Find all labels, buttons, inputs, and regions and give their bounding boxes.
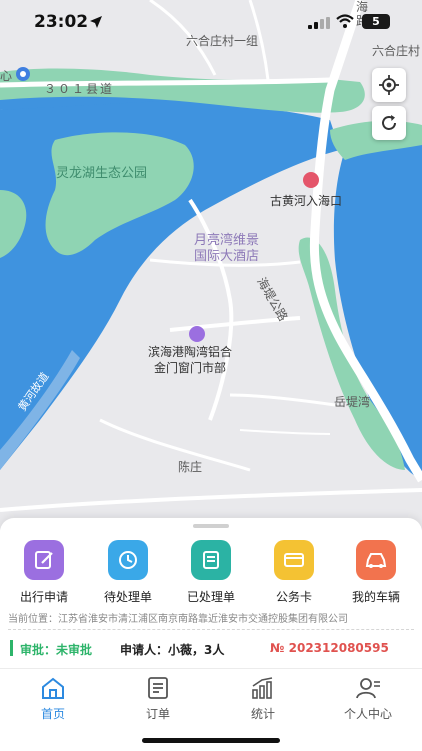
crosshair-icon: [379, 75, 399, 95]
cellular-signal-icon: [308, 17, 330, 29]
tab-orders[interactable]: 订单: [116, 675, 200, 722]
tab-home-label: 首页: [40, 707, 65, 721]
tab-stats-label: 统计: [250, 707, 275, 721]
edit-form-icon: [24, 540, 64, 580]
approval-indicator: [10, 640, 13, 656]
home-indicator: [142, 738, 280, 743]
tab-orders-label: 订单: [145, 707, 170, 721]
card-icon: [274, 540, 314, 580]
current-location: 当前位置：江苏省淮安市清江浦区南京南路靠近淮安市交通控股集团有限公司: [8, 610, 420, 625]
profile-icon: [356, 678, 380, 699]
map-label-hotel[interactable]: 月亮湾维景 国际大酒店: [194, 233, 259, 265]
map-label-village-right: 六合庄村: [372, 44, 421, 58]
approval-row[interactable]: 审批：未审批 申请人：小薇，3人 № 202312080595: [0, 632, 422, 666]
location-arrow-icon: [90, 16, 102, 28]
approval-status: 审批：未审批: [20, 643, 93, 657]
my-vehicle-button[interactable]: 我的车辆: [338, 540, 414, 605]
map-label-poi-store[interactable]: 滨海港陶湾铝合 金门窗门市部: [148, 344, 232, 376]
battery-level: 5: [372, 15, 380, 28]
status-time: 23:02: [34, 12, 89, 32]
map-label-road-301: ３０１县道: [44, 82, 115, 96]
divider: [8, 629, 414, 630]
refresh-icon: [382, 115, 396, 130]
wifi-icon: [336, 14, 354, 28]
my-vehicle-label: 我的车辆: [351, 590, 400, 604]
processed-doc-icon: [191, 540, 231, 580]
tab-stats[interactable]: 统计: [221, 675, 305, 722]
refresh-button[interactable]: [372, 106, 406, 140]
stats-icon: [252, 677, 273, 699]
tab-home[interactable]: 首页: [11, 675, 95, 722]
pending-user-icon: [108, 540, 148, 580]
home-icon: [42, 677, 64, 699]
status-bar: 23:02 5: [0, 0, 422, 44]
official-card-button[interactable]: 公务卡: [256, 540, 332, 605]
locate-me-button[interactable]: [372, 68, 406, 102]
map-view[interactable]: 六合庄村一组 六合庄村 心 ３０１县道 灵龙湖生态公园 古黄河入海口 月亮湾维景…: [0, 0, 422, 530]
car-icon: [356, 540, 396, 580]
pending-orders-label: 待处理单: [103, 590, 152, 604]
location-address: 江苏省淮安市清江浦区南京南路靠近淮安市交通控股集团有限公司: [58, 614, 348, 625]
location-prefix: 当前位置：: [8, 614, 58, 625]
official-card-label: 公务卡: [275, 590, 312, 604]
map-label-partial: 心: [0, 69, 13, 83]
tab-profile-label: 个人中心: [343, 707, 392, 721]
processed-orders-button[interactable]: 已处理单: [173, 540, 249, 605]
map-label-chen-village: 陈庄: [178, 460, 203, 474]
map-label-estuary[interactable]: 古黄河入海口: [270, 193, 342, 209]
map-label-park: 灵龙湖生态公园: [56, 166, 148, 181]
travel-request-button[interactable]: 出行申请: [6, 540, 82, 605]
travel-request-label: 出行申请: [19, 590, 68, 604]
processed-orders-label: 已处理单: [186, 590, 235, 604]
map-label-yuedi-bay: 岳堤湾: [334, 395, 371, 409]
sheet-drag-handle[interactable]: [193, 524, 229, 528]
order-icon: [148, 677, 168, 699]
battery-icon: 5: [362, 14, 390, 29]
applicant-info: 申请人：小薇，3人: [120, 643, 225, 657]
order-number: № 202312080595: [270, 641, 389, 655]
tab-profile[interactable]: 个人中心: [326, 675, 410, 722]
bottom-sheet: 出行申请 待处理单 已处理单 公务卡 我的车辆 当前位置：江苏省淮安市清江浦区南…: [0, 518, 422, 668]
pending-orders-button[interactable]: 待处理单: [90, 540, 166, 605]
